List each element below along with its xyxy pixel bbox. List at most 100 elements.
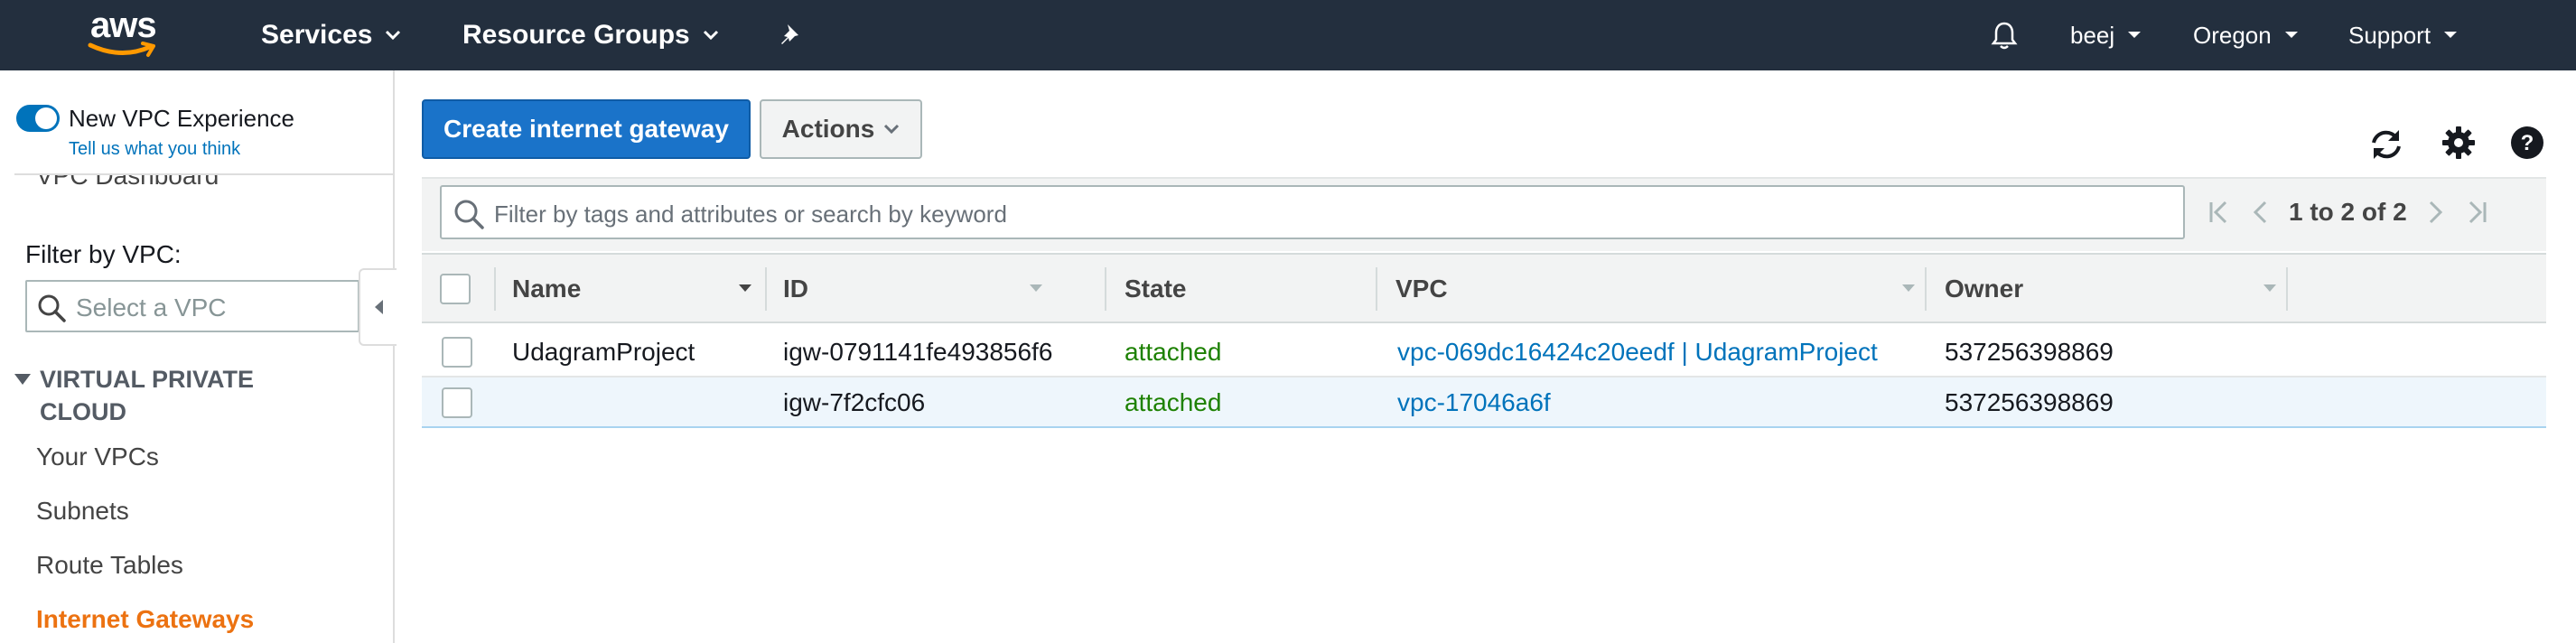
column-header-label: ID <box>783 275 808 303</box>
chevron-down-icon <box>2444 32 2458 38</box>
vpc-filter-select[interactable]: Select a VPC <box>25 280 359 332</box>
sidebar-item-your-vpcs[interactable]: Your VPCs <box>36 443 159 471</box>
sort-caret-icon <box>739 284 751 292</box>
question-mark-icon: ? <box>2511 126 2543 159</box>
chevron-down-icon <box>884 124 900 135</box>
vpc-filter-placeholder: Select a VPC <box>76 294 227 322</box>
support-label: Support <box>2348 21 2431 49</box>
cell-vpc-link[interactable]: vpc-069dc16424c20eedf | UdagramProject <box>1397 327 1878 377</box>
sidebar-item-internet-gateways[interactable]: Internet Gateways <box>36 605 254 634</box>
select-all-checkbox[interactable] <box>440 274 471 304</box>
chevron-down-icon <box>2128 32 2142 38</box>
gear-icon[interactable] <box>2441 125 2480 164</box>
notification-bell-icon <box>1991 22 2018 50</box>
column-divider <box>2286 267 2288 311</box>
column-header-owner[interactable]: Owner <box>1945 255 2288 323</box>
chevron-down-icon <box>386 30 401 41</box>
cell-state: attached <box>1125 388 1222 416</box>
cell-name: UdagramProject <box>512 338 695 366</box>
chevron-down-icon <box>2284 32 2298 38</box>
sort-caret-icon <box>1902 284 1915 292</box>
toggle-knob <box>35 107 57 129</box>
column-divider <box>765 267 767 311</box>
sidebar-item-route-tables[interactable]: Route Tables <box>36 551 183 580</box>
chevron-down-icon <box>703 30 718 41</box>
sidebar-item-vpc-dashboard[interactable]: VPC Dashboard <box>36 173 219 199</box>
region-label: Oregon <box>2193 21 2272 49</box>
resource-groups-menu[interactable]: Resource Groups <box>462 0 719 70</box>
column-header-vpc[interactable]: VPC <box>1395 255 1928 323</box>
services-label: Services <box>261 20 373 50</box>
cell-id: igw-7f2cfc06 <box>783 388 926 416</box>
filter-by-vpc-label: Filter by VPC: <box>25 240 182 268</box>
new-vpc-experience-toggle[interactable] <box>16 105 60 132</box>
column-divider <box>1925 267 1927 311</box>
row-checkbox[interactable] <box>442 387 472 418</box>
collapse-sidebar-button[interactable] <box>359 268 397 346</box>
user-label: beej <box>2070 21 2115 49</box>
refresh-arrows-icon <box>2372 130 2401 159</box>
column-header-label: VPC <box>1395 275 1448 303</box>
table-row[interactable]: UdagramProject igw-0791141fe493856f6 att… <box>422 327 2546 377</box>
search-icon <box>454 200 484 229</box>
help-icon[interactable]: ? <box>2509 125 2549 164</box>
svg-text:?: ? <box>2521 131 2534 155</box>
column-header-label: Name <box>512 275 582 303</box>
cell-vpc-link[interactable]: vpc-17046a6f <box>1397 377 1551 428</box>
bell-icon[interactable] <box>1989 0 2020 70</box>
column-header-id[interactable]: ID <box>783 255 1054 323</box>
pushpin-icon <box>781 24 798 44</box>
sidebar-divider <box>14 173 395 175</box>
sidebar-item-label: VPC Dashboard <box>36 173 219 190</box>
sort-caret-icon <box>1030 284 1042 292</box>
aws-logo[interactable]: aws <box>83 5 170 61</box>
cell-id: igw-0791141fe493856f6 <box>783 338 1053 366</box>
column-divider <box>1105 267 1106 311</box>
region-menu[interactable]: Oregon <box>2193 0 2299 70</box>
column-header-label: State <box>1125 275 1187 303</box>
services-menu[interactable]: Services <box>261 0 401 70</box>
last-page-icon[interactable] <box>2461 197 2492 228</box>
cell-owner: 537256398869 <box>1945 388 2114 416</box>
row-checkbox[interactable] <box>442 337 472 368</box>
column-header-state[interactable]: State <box>1125 255 1377 323</box>
actions-button[interactable]: Actions <box>760 99 922 159</box>
cell-state: attached <box>1125 338 1222 366</box>
aws-logo-text: aws <box>90 5 157 45</box>
column-divider <box>494 267 496 311</box>
resource-groups-label: Resource Groups <box>462 20 690 50</box>
section-title-line2: CLOUD <box>40 398 126 425</box>
column-divider <box>1376 267 1377 311</box>
table-header: Name ID State VPC Owner <box>422 253 2546 323</box>
page-range-text: 1 to 2 of 2 <box>2289 198 2407 226</box>
search-placeholder: Filter by tags and attributes or search … <box>494 200 1007 228</box>
caret-down-icon <box>14 374 31 385</box>
previous-page-icon[interactable] <box>2245 197 2276 228</box>
refresh-icon[interactable] <box>2366 125 2406 164</box>
feedback-link[interactable]: Tell us what you think <box>69 139 240 160</box>
settings-gear-icon <box>2442 126 2475 159</box>
pagination: 1 to 2 of 2 <box>2204 185 2492 239</box>
sidebar: New VPC Experience Tell us what you thin… <box>0 70 397 643</box>
column-header-name[interactable]: Name <box>512 255 765 323</box>
actions-label: Actions <box>781 115 875 143</box>
support-menu[interactable]: Support <box>2348 0 2458 70</box>
table-row[interactable]: igw-7f2cfc06 attached vpc-17046a6f 53725… <box>422 377 2546 428</box>
top-navigation-bar: aws Services Resource Groups beej Oregon… <box>0 0 2576 70</box>
section-title-line1: VIRTUAL PRIVATE <box>40 366 255 393</box>
pin-icon[interactable] <box>779 0 806 70</box>
aws-smile-icon <box>88 42 155 57</box>
next-page-icon[interactable] <box>2420 197 2450 228</box>
sidebar-item-subnets[interactable]: Subnets <box>36 497 129 526</box>
first-page-icon[interactable] <box>2204 197 2235 228</box>
search-input[interactable]: Filter by tags and attributes or search … <box>440 185 2185 239</box>
search-icon <box>38 294 66 322</box>
section-title: VIRTUAL PRIVATE CLOUD <box>40 363 254 428</box>
chevron-left-icon <box>375 300 383 314</box>
sort-caret-icon <box>2263 284 2276 292</box>
new-vpc-experience-label: New VPC Experience <box>69 105 294 132</box>
user-menu[interactable]: beej <box>2070 0 2142 70</box>
cell-owner: 537256398869 <box>1945 338 2114 366</box>
column-header-label: Owner <box>1945 275 2024 303</box>
create-internet-gateway-button[interactable]: Create internet gateway <box>422 99 751 159</box>
